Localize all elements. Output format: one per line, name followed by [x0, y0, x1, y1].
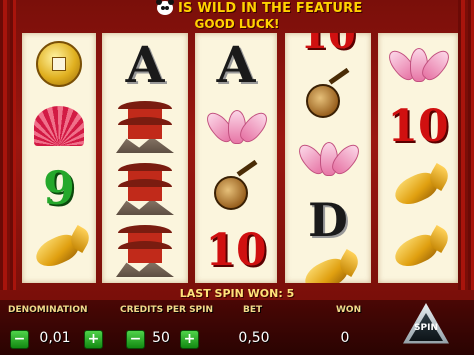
reel-symbol — [102, 157, 188, 219]
ten-symbol: 10 — [205, 224, 267, 276]
curtain-right — [458, 0, 474, 290]
ace-symbol: A — [125, 34, 165, 94]
reel-symbol: 10 — [378, 95, 458, 157]
denomination-label: DENOMINATION — [8, 305, 88, 315]
panda-icon — [156, 0, 174, 15]
reel-symbol — [285, 65, 371, 127]
panda-eye-icon — [165, 6, 169, 10]
lotus-icon — [384, 42, 454, 86]
top-banner: IS WILD IN THE FEATURE GOOD LUCK! — [0, 0, 474, 34]
reel-symbol — [195, 157, 277, 219]
reel-3: A 10 — [195, 33, 277, 283]
credits-decrease-button[interactable]: − — [126, 330, 145, 349]
reel-symbol — [195, 95, 277, 157]
reel-symbol: A — [195, 33, 277, 95]
reel-symbol — [102, 95, 188, 157]
ten-symbol: 10 — [300, 33, 356, 58]
credits-per-spin-label: CREDITS PER SPIN — [120, 305, 214, 315]
spin-button-label[interactable]: SPIN — [407, 323, 445, 333]
reel-symbol: 9 — [22, 157, 96, 219]
fan-icon — [34, 106, 84, 146]
fish-icon — [388, 224, 453, 273]
reel-symbol — [22, 219, 96, 281]
nine-symbol: 9 — [42, 161, 75, 215]
reel-symbol — [22, 33, 96, 95]
reel-2: A — [102, 33, 188, 283]
lotus-icon — [294, 136, 364, 180]
reel-symbol — [22, 95, 96, 157]
denomination-increase-button[interactable]: + — [84, 330, 103, 349]
pagoda-icon — [116, 161, 174, 215]
reel-4: 10 D — [285, 33, 371, 283]
reel-symbol — [285, 243, 371, 283]
bet-label: BET — [243, 305, 263, 315]
pagoda-icon — [116, 223, 174, 277]
won-value: 0 — [340, 330, 350, 346]
last-spin-status: LAST SPIN WON: 5 — [179, 287, 295, 300]
d-symbol: D — [308, 193, 348, 247]
good-luck-message: GOOD LUCK! — [194, 17, 280, 31]
denomination-value: 0,01 — [39, 330, 71, 346]
won-label: WON — [336, 305, 362, 315]
fish-icon — [29, 224, 94, 273]
reel-symbol — [378, 33, 458, 95]
credits-increase-button[interactable]: + — [180, 330, 199, 349]
reel-symbol — [378, 157, 458, 219]
reel-1: 9 — [22, 33, 96, 283]
bet-value: 0,50 — [238, 330, 270, 346]
ace-symbol: A — [216, 34, 256, 94]
reel-5: 10 — [378, 33, 458, 283]
ten-symbol: 10 — [387, 100, 449, 152]
reel-symbol — [285, 127, 371, 189]
reel-symbol — [378, 219, 458, 281]
reel-symbol — [102, 219, 188, 281]
lute-icon — [304, 67, 352, 118]
fish-icon — [298, 248, 363, 283]
lotus-icon — [202, 104, 272, 148]
lute-icon — [212, 159, 260, 210]
curtain-left — [0, 0, 16, 290]
reel-symbol: 10 — [195, 219, 277, 281]
denomination-decrease-button[interactable]: − — [10, 330, 29, 349]
reel-symbol: D — [285, 189, 371, 251]
game-stage: IS WILD IN THE FEATURE GOOD LUCK! 9 A A … — [0, 0, 474, 355]
feature-message: IS WILD IN THE FEATURE — [178, 1, 363, 16]
fish-icon — [388, 162, 453, 211]
coin-icon — [36, 41, 82, 87]
pagoda-icon — [116, 99, 174, 153]
credits-per-spin-value: 50 — [152, 330, 170, 346]
reel-symbol: A — [102, 33, 188, 95]
reel-symbol: 10 — [285, 33, 371, 65]
